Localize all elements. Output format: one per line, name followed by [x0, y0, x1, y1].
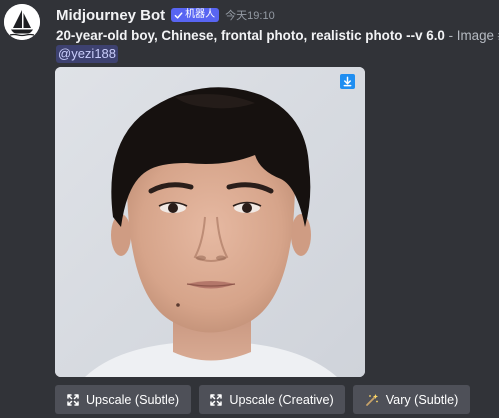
bot-avatar[interactable] — [4, 4, 40, 40]
prompt-suffix: - Image # — [448, 28, 499, 43]
message-header: Midjourney Bot 机器人 今天19:10 — [56, 6, 275, 24]
verified-check-icon — [174, 11, 183, 20]
upscale-creative-label: Upscale (Creative) — [229, 392, 334, 407]
author-name[interactable]: Midjourney Bot — [56, 7, 165, 24]
upscale-subtle-button[interactable]: Upscale (Subtle) — [55, 385, 191, 414]
download-icon — [343, 76, 352, 87]
sparkle-wand-icon — [365, 393, 379, 407]
bot-badge-label: 机器人 — [185, 9, 216, 20]
user-mention[interactable]: @yezi188 — [56, 45, 119, 63]
upscale-icon — [67, 393, 79, 406]
portrait-image — [55, 67, 365, 377]
upscale-icon — [210, 393, 223, 406]
prompt-line: 20-year-old boy, Chinese, frontal photo,… — [56, 26, 499, 46]
generated-image[interactable] — [55, 67, 365, 377]
download-button[interactable] — [340, 74, 355, 89]
upscale-creative-button[interactable]: Upscale (Creative) — [199, 385, 345, 414]
action-buttons: Upscale (Subtle) Upscale (Creative) Vary… — [55, 385, 470, 414]
bot-badge: 机器人 — [171, 8, 220, 22]
midjourney-logo-icon — [4, 4, 40, 40]
upscale-subtle-label: Upscale (Subtle) — [85, 392, 180, 407]
message-timestamp: 今天19:10 — [225, 10, 275, 22]
vary-subtle-label: Vary (Subtle) — [385, 392, 459, 407]
prompt-text: 20-year-old boy, Chinese, frontal photo,… — [56, 28, 445, 43]
vary-subtle-button[interactable]: Vary (Subtle) — [353, 385, 470, 414]
